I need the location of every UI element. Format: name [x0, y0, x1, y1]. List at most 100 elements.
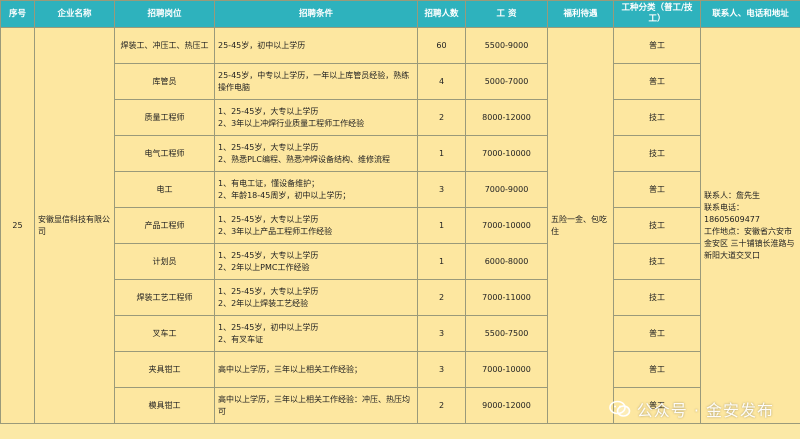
- condition-line: 1、25-45岁，初中以上学历: [218, 322, 319, 332]
- conditions-cell: 1、有电工证，懂设备维护； 2、年龄18-45周岁，初中以上学历；: [214, 171, 418, 208]
- table-row: 电气工程师 1、25-45岁，大专以上学历 2、熟悉PLC编程、熟悉冲焊设备结构、维…: [1, 135, 800, 172]
- contact-address: 工作地点：安徽省六安市金安区 三十铺镇长淮路与新阳大道交叉口: [704, 226, 795, 260]
- table-row: 叉车工 1、25-45岁，初中以上学历 2、有叉车证 3 5500-7500 普工: [1, 315, 800, 352]
- worktype-cell: 技工: [613, 279, 701, 316]
- company-cell: 安徽显信科技有限公司: [34, 27, 115, 424]
- table-row: 夹具钳工 高中以上学历，三年以上相关工作经验； 3 7000-10000 普工: [1, 351, 800, 388]
- worktype-cell: 普工: [613, 315, 701, 352]
- count-cell: 2: [417, 387, 466, 424]
- watermark-text: 公众号 · 金安发布: [636, 401, 774, 420]
- conditions-cell: 高中以上学历，三年以上相关工作经验：冲压、热压均可: [214, 387, 418, 424]
- salary-cell: 7000-10000: [465, 135, 548, 172]
- count-cell: 2: [417, 99, 466, 136]
- condition-line: 2、年龄18-45周岁，初中以上学历；: [218, 190, 351, 200]
- table-row: 计划员 1、25-45岁，大专以上学历 2、2年以上PMC工作经验 1 6000-800…: [1, 243, 800, 280]
- condition-line: 2、2年以上焊装工艺经验: [218, 298, 309, 308]
- condition-line: 1、25-45岁，大专以上学历: [218, 106, 319, 116]
- worktype-cell: 普工: [613, 27, 701, 64]
- table-row: 产品工程师 1、25-45岁，大专以上学历 2、3年以上产品工程师工作经验 1 7000…: [1, 207, 800, 244]
- count-cell: 2: [417, 279, 466, 316]
- salary-cell: 5500-7500: [465, 315, 548, 352]
- condition-line: 1、25-45岁，大专以上学历: [218, 286, 319, 296]
- conditions-cell: 1、25-45岁，大专以上学历 2、3年以上冲焊行业质量工程师工作经验: [214, 99, 418, 136]
- position-cell: 产品工程师: [114, 207, 215, 244]
- condition-line: 25-45岁，中专以上学历，一年以上库管员经验，熟练操作电脑: [218, 70, 410, 92]
- recruitment-table: 序号 企业名称 招聘岗位 招聘条件 招聘人数 工 资 福利待遇 工种分类（普工/…: [0, 0, 800, 424]
- worktype-cell: 技工: [613, 207, 701, 244]
- contact-cell: 联系人：詹先生联系电话：18605609477 工作地点：安徽省六安市金安区 三十…: [700, 27, 800, 424]
- position-cell: 叉车工: [114, 315, 215, 352]
- position-cell: 夹具钳工: [114, 351, 215, 388]
- wechat-icon: [608, 400, 631, 417]
- header-salary: 工 资: [465, 0, 548, 28]
- position-cell: 焊装工艺工程师: [114, 279, 215, 316]
- table-row: 库管员 25-45岁，中专以上学历，一年以上库管员经验，熟练操作电脑 4 5000-7…: [1, 63, 800, 100]
- condition-line: 2、有叉车证: [218, 334, 264, 344]
- condition-line: 1、25-45岁，大专以上学历: [218, 214, 319, 224]
- conditions-cell: 1、25-45岁，大专以上学历 2、熟悉PLC编程、熟悉冲焊设备结构、维修流程: [214, 135, 418, 172]
- salary-cell: 5500-9000: [465, 27, 548, 64]
- position-cell: 库管员: [114, 63, 215, 100]
- watermark: 公众号 · 金安发布: [608, 397, 774, 421]
- worktype-cell: 技工: [613, 135, 701, 172]
- header-benefits: 福利待遇: [547, 0, 614, 28]
- condition-line: 2、3年以上产品工程师工作经验: [218, 226, 333, 236]
- table-row: 电工 1、有电工证，懂设备维护； 2、年龄18-45周岁，初中以上学历； 3 7000-…: [1, 171, 800, 208]
- count-cell: 3: [417, 171, 466, 208]
- benefits-cell: 五险一金、包吃住: [547, 27, 614, 424]
- position-cell: 计划员: [114, 243, 215, 280]
- worktype-cell: 技工: [613, 99, 701, 136]
- salary-cell: 7000-10000: [465, 351, 548, 388]
- header-position: 招聘岗位: [114, 0, 215, 28]
- salary-cell: 8000-12000: [465, 99, 548, 136]
- conditions-cell: 1、25-45岁，大专以上学历 2、2年以上PMC工作经验: [214, 243, 418, 280]
- worktype-cell: 技工: [613, 243, 701, 280]
- salary-cell: 5000-7000: [465, 63, 548, 100]
- position-cell: 焊装工、冲压工、热压工: [114, 27, 215, 64]
- position-cell: 质量工程师: [114, 99, 215, 136]
- position-cell: 模具钳工: [114, 387, 215, 424]
- header-row: 序号 企业名称 招聘岗位 招聘条件 招聘人数 工 资 福利待遇 工种分类（普工/…: [0, 0, 800, 28]
- count-cell: 3: [417, 315, 466, 352]
- salary-cell: 7000-11000: [465, 279, 548, 316]
- salary-cell: 7000-10000: [465, 207, 548, 244]
- header-company: 企业名称: [34, 0, 115, 28]
- job-table-screenshot: 序号 企业名称 招聘岗位 招聘条件 招聘人数 工 资 福利待遇 工种分类（普工/…: [0, 0, 800, 439]
- conditions-cell: 1、25-45岁，初中以上学历 2、有叉车证: [214, 315, 418, 352]
- count-cell: 4: [417, 63, 466, 100]
- table-row: 质量工程师 1、25-45岁，大专以上学历 2、3年以上冲焊行业质量工程师工作经验 2…: [1, 99, 800, 136]
- conditions-cell: 高中以上学历，三年以上相关工作经验；: [214, 351, 418, 388]
- table-row: 25 安徽显信科技有限公司 焊装工、冲压工、热压工 25-45岁，初中以上学历 60 55…: [0, 27, 800, 424]
- count-cell: 1: [417, 135, 466, 172]
- header-conditions: 招聘条件: [214, 0, 418, 28]
- seq-cell: 25: [0, 27, 35, 424]
- salary-cell: 9000-12000: [465, 387, 548, 424]
- table-body: 25 安徽显信科技有限公司 焊装工、冲压工、热压工 25-45岁，初中以上学历 60 55…: [0, 27, 800, 424]
- worktype-cell: 普工: [613, 63, 701, 100]
- contact-phone: 联系电话：18605609477: [704, 202, 760, 224]
- condition-line: 1、25-45岁，大专以上学历: [218, 250, 319, 260]
- worktype-cell: 普工: [613, 351, 701, 388]
- condition-line: 2、熟悉PLC编程、熟悉冲焊设备结构、维修流程: [218, 154, 390, 164]
- salary-cell: 6000-8000: [465, 243, 548, 280]
- contact-person: 联系人：詹先生: [704, 190, 760, 200]
- conditions-cell: 25-45岁，初中以上学历: [214, 27, 418, 64]
- condition-line: 25-45岁，初中以上学历: [218, 40, 306, 50]
- header-worktype: 工种分类（普工/技工）: [613, 0, 701, 28]
- condition-line: 高中以上学历，三年以上相关工作经验：冲压、热压均可: [218, 394, 410, 416]
- condition-line: 2、3年以上冲焊行业质量工程师工作经验: [218, 118, 365, 128]
- conditions-cell: 1、25-45岁，大专以上学历 2、2年以上焊装工艺经验: [214, 279, 418, 316]
- conditions-cell: 1、25-45岁，大专以上学历 2、3年以上产品工程师工作经验: [214, 207, 418, 244]
- count-cell: 1: [417, 243, 466, 280]
- condition-line: 1、有电工证，懂设备维护；: [218, 178, 320, 188]
- condition-line: 2、2年以上PMC工作经验: [218, 262, 310, 272]
- position-cell: 电气工程师: [114, 135, 215, 172]
- position-cell: 电工: [114, 171, 215, 208]
- conditions-cell: 25-45岁，中专以上学历，一年以上库管员经验，熟练操作电脑: [214, 63, 418, 100]
- worktype-cell: 普工: [613, 171, 701, 208]
- salary-cell: 7000-9000: [465, 171, 548, 208]
- header-seq: 序号: [0, 0, 35, 28]
- condition-line: 高中以上学历，三年以上相关工作经验；: [218, 364, 362, 374]
- header-count: 招聘人数: [417, 0, 466, 28]
- count-cell: 60: [417, 27, 466, 64]
